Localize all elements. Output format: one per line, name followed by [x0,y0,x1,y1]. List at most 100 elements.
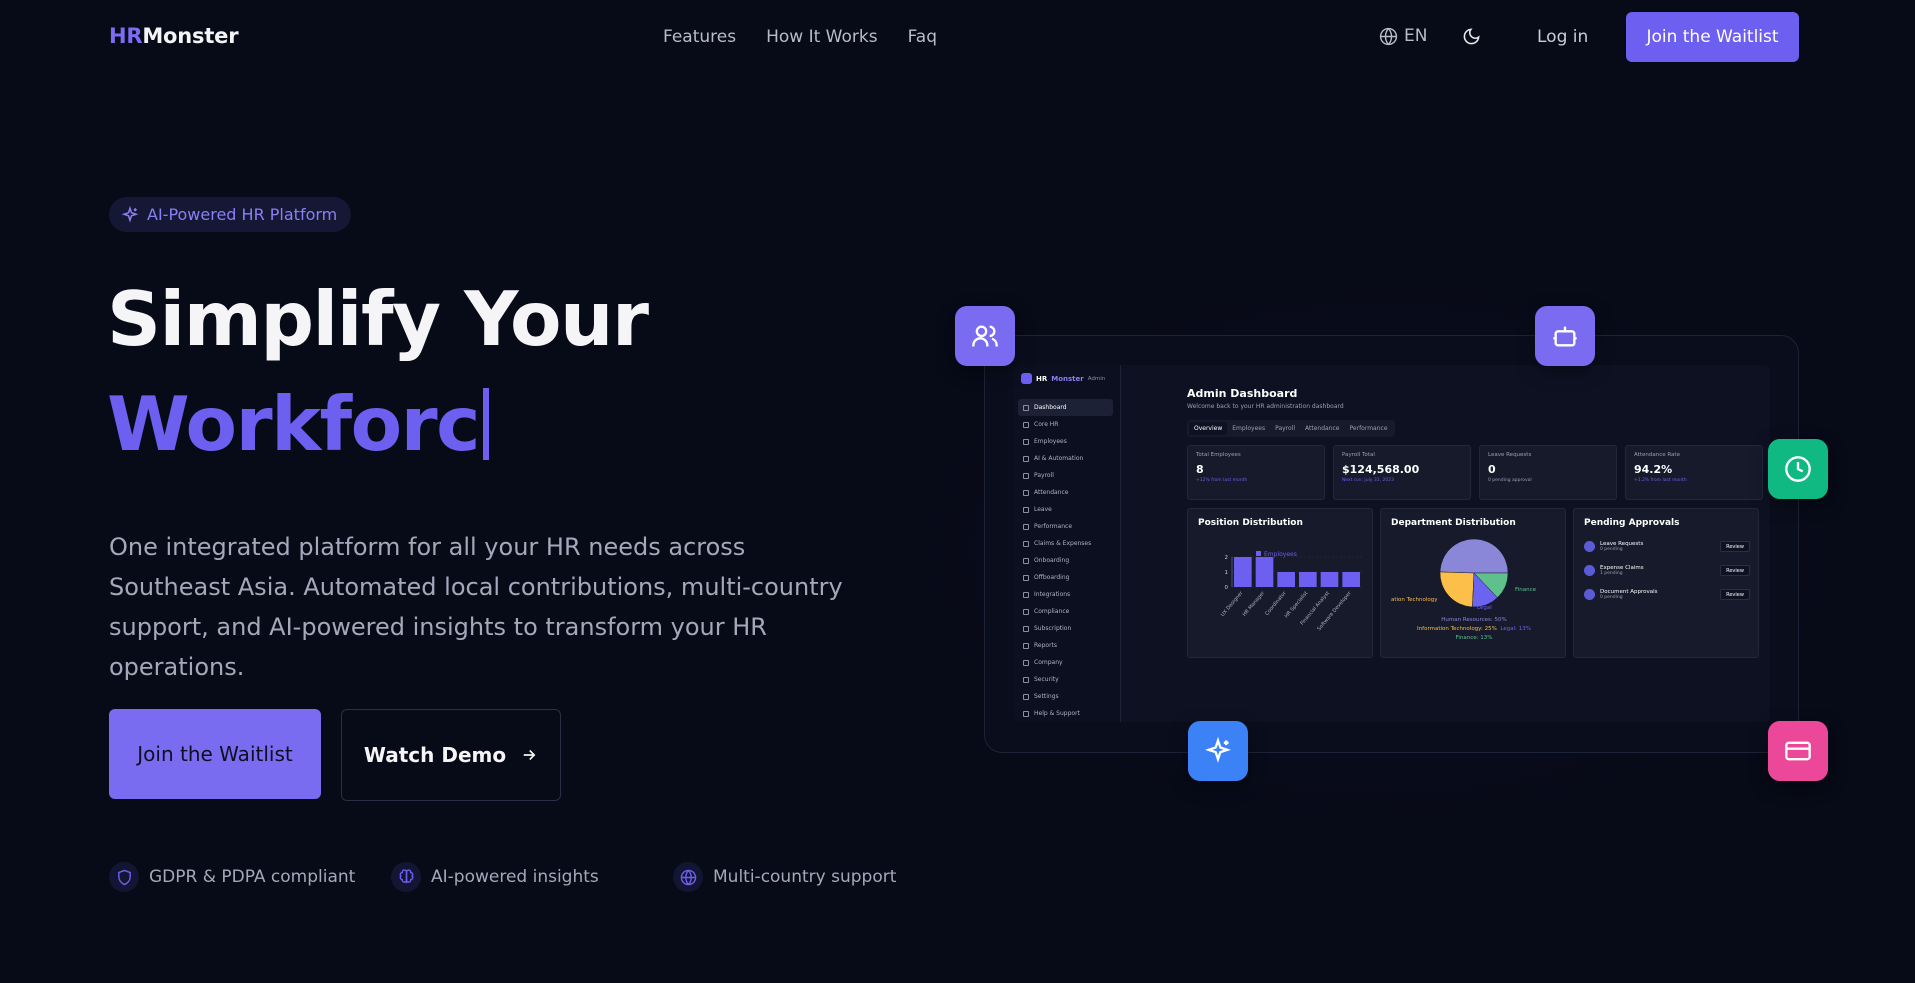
menu-item-icon [1023,608,1029,615]
mock-sidebar-item[interactable]: Performance [1018,518,1113,535]
menu-item-icon [1023,455,1029,462]
theme-toggle[interactable] [1462,27,1481,50]
mock-sidebar-item[interactable]: Offboarding [1018,569,1113,586]
menu-item-icon [1023,557,1029,564]
arrow-right-icon [523,749,536,761]
feature-multi-country-label: Multi-country support [713,867,897,887]
mock-sidebar-item[interactable]: Compliance [1018,603,1113,620]
pie-legend-finance: Finance: 13% [1455,635,1493,641]
pending-icon [1584,541,1595,552]
stat-sub: +1.2% from last month [1634,478,1687,483]
mock-brand2: Monster [1051,374,1084,383]
mock-sidebar-item[interactable]: Security [1018,671,1113,688]
join-waitlist-nav-button[interactable]: Join the Waitlist [1626,12,1799,62]
mock-sidebar-label: Claims & Expenses [1034,540,1092,547]
nav-link-faq[interactable]: Faq [908,27,937,47]
mock-sidebar-item[interactable]: Reports [1018,637,1113,654]
logo-monster: Monster [142,24,239,48]
hero-description: One integrated platform for all your HR … [109,533,843,681]
mock-sidebar-item[interactable]: Leave [1018,501,1113,518]
hero-badge: AI-Powered HR Platform [109,197,352,232]
mock-sidebar-item[interactable]: Payroll [1018,467,1113,484]
logo-hr: HR [109,24,143,48]
sparkles-icon [1204,737,1232,763]
mock-tab-overview[interactable]: Overview [1189,422,1228,435]
feature-gdpr-label: GDPR & PDPA compliant [149,867,356,887]
pie-legend: Human Resources: 50% Information Technol… [1381,616,1567,643]
mock-sidebar-item[interactable]: Subscription [1018,620,1113,637]
bot-icon [1553,326,1577,347]
mock-sidebar-item[interactable]: Company [1018,654,1113,671]
review-button[interactable]: Review [1720,589,1750,600]
menu-item-icon [1023,591,1029,598]
mock-sidebar-label: Performance [1034,523,1073,530]
nav-link-features[interactable]: Features [663,27,736,47]
mock-tab-payroll[interactable]: Payroll [1270,422,1300,435]
mock-sidebar-item[interactable]: Dashboard [1018,399,1113,416]
hero-features: GDPR & PDPA compliant AI-powered insight… [109,862,896,892]
review-button[interactable]: Review [1720,541,1750,552]
mock-logo: HR Monster Admin [1021,373,1105,384]
pie-label-finance: Finance [1515,587,1537,593]
menu-item-icon [1023,574,1029,581]
mock-sidebar-item[interactable]: Employees [1018,433,1113,450]
join-waitlist-button[interactable]: Join the Waitlist [109,709,321,799]
menu-item-icon [1023,472,1029,479]
review-button[interactable]: Review [1720,565,1750,576]
mock-sidebar-item[interactable]: Attendance [1018,484,1113,501]
pending-sub: 1 pending [1600,571,1623,576]
typing-caret [483,388,490,460]
users-float-icon [955,306,1015,366]
mock-sidebar-label: Core HR [1034,421,1059,428]
stat-sub: +12% from last month [1196,478,1248,483]
logo[interactable]: HRMonster [109,24,239,48]
globe-icon [1379,27,1398,45]
mock-sidebar-label: Company [1034,659,1063,666]
mock-sidebar-item[interactable]: Help & Support [1018,705,1113,722]
mock-sidebar-item[interactable]: Integrations [1018,586,1113,603]
x-tick-label: HR Manager [1242,590,1267,618]
mock-sidebar-label: Attendance [1034,489,1069,496]
mock-tab-performance[interactable]: Performance [1345,422,1393,435]
card-title: Pending Approvals [1584,518,1680,528]
mock-tab-employees[interactable]: Employees [1227,422,1270,435]
mock-sidebar-item[interactable]: Core HR [1018,416,1113,433]
mock-sidebar-item[interactable]: Claims & Expenses [1018,535,1113,552]
pie-label-legal: Legal [1477,605,1492,611]
language-selector[interactable]: EN [1379,26,1427,46]
mock-sidebar-item[interactable]: Onboarding [1018,552,1113,569]
login-link[interactable]: Log in [1537,27,1588,47]
stat-card-payroll: Payroll Total $124,568.00 Next run: July… [1333,445,1471,500]
bar [1299,572,1317,587]
mock-sidebar-item[interactable]: AI & Automation [1018,450,1113,467]
y-tick-label: 1 [1225,570,1229,576]
hero-title-line2: Workforc [107,380,490,468]
menu-item-icon [1023,404,1029,411]
mock-sidebar-label: Dashboard [1034,404,1067,411]
stat-label: Payroll Total [1342,452,1375,458]
y-tick-label: 2 [1225,555,1229,561]
stat-value: 94.2% [1634,463,1673,476]
credit-card-float-icon [1768,721,1828,781]
mock-title: Admin Dashboard [1187,387,1298,400]
clock-icon [1785,456,1811,482]
mock-sidebar-label: Payroll [1034,472,1054,479]
mock-sidebar-label: AI & Automation [1034,455,1084,462]
bot-float-icon [1535,306,1595,366]
mock-sidebar-label: Offboarding [1034,574,1070,581]
menu-item-icon [1023,523,1029,530]
pending-row: Document Approvals 0 pending [1584,589,1658,600]
mock-sidebar-label: Onboarding [1034,557,1070,564]
feature-ai-label: AI-powered insights [431,867,599,887]
pie-slice [1439,538,1509,574]
feature-gdpr: GDPR & PDPA compliant [109,862,391,892]
watch-demo-button[interactable]: Watch Demo [341,709,561,801]
mock-sidebar-item[interactable]: Settings [1018,688,1113,705]
mock-tab-attendance[interactable]: Attendance [1300,422,1344,435]
dashboard-preview: HR Monster Admin Dashboard Core HR Employees… [1013,365,1770,722]
mock-sidebar: HR Monster Admin Dashboard Core HR Employees… [1013,365,1121,722]
menu-item-icon [1023,421,1029,428]
sparkles-icon [121,205,139,223]
feature-multi-country: Multi-country support [673,862,896,892]
nav-link-how-it-works[interactable]: How It Works [766,27,877,47]
